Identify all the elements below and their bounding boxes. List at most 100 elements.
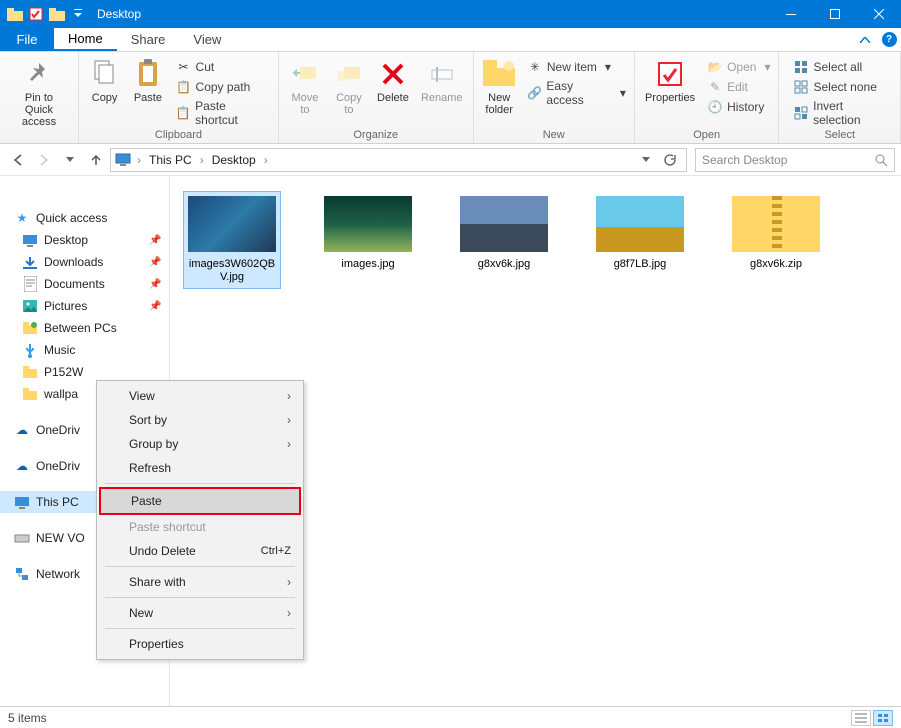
edit-icon: ✎ <box>707 79 723 95</box>
copy-button[interactable]: Copy <box>83 54 126 104</box>
up-button[interactable] <box>84 148 108 172</box>
ctx-groupby[interactable]: Group by› <box>99 432 301 456</box>
chevron-right-icon: › <box>287 413 291 427</box>
pin-quickaccess-button[interactable]: Pin to Quick access <box>4 54 74 128</box>
tab-home[interactable]: Home <box>54 28 117 51</box>
search-input[interactable]: Search Desktop <box>695 148 895 172</box>
selectall-button[interactable]: Select all <box>789 58 896 76</box>
select-group-label: Select <box>783 129 896 143</box>
file-item[interactable]: g8xv6k.jpg <box>456 192 552 288</box>
nav-icon <box>22 298 38 314</box>
tab-share[interactable]: Share <box>117 28 180 51</box>
file-item[interactable]: images3W602QBV.jpg <box>184 192 280 288</box>
selectnone-icon <box>793 79 809 95</box>
chevron-right-icon[interactable]: › <box>135 153 143 167</box>
ctx-undodelete[interactable]: Undo DeleteCtrl+Z <box>99 539 301 563</box>
ctx-pasteshortcut: Paste shortcut <box>99 515 301 539</box>
nav-item-pictures[interactable]: Pictures📌 <box>0 295 169 317</box>
history-icon: 🕘 <box>707 99 723 115</box>
nav-item-betweenpcs[interactable]: Between PCs <box>0 317 169 339</box>
tab-view[interactable]: View <box>179 28 235 51</box>
ctx-view[interactable]: View› <box>99 384 301 408</box>
explorer-icon <box>6 5 24 23</box>
invert-icon <box>793 105 809 121</box>
scissors-icon: ✂ <box>176 59 192 75</box>
ctx-paste[interactable]: Paste <box>99 487 301 515</box>
paste-button[interactable]: Paste <box>126 54 169 104</box>
file-item[interactable]: images.jpg <box>320 192 416 288</box>
chevron-right-icon[interactable]: › <box>198 153 206 167</box>
delete-button[interactable]: Delete <box>371 54 415 104</box>
qat-dropdown-icon[interactable] <box>69 5 87 23</box>
pc-icon <box>14 494 30 510</box>
address-bar[interactable]: › This PC › Desktop › <box>110 148 687 172</box>
ctx-properties[interactable]: Properties <box>99 632 301 656</box>
file-item[interactable]: g8f7LB.jpg <box>592 192 688 288</box>
ribbon-tabs: File Home Share View ? <box>0 28 901 52</box>
moveto-button[interactable]: Move to <box>283 54 327 116</box>
edit-button[interactable]: ✎Edit <box>703 78 774 96</box>
nav-icon <box>22 364 38 380</box>
chevron-right-icon: › <box>287 437 291 451</box>
new-group-label: New <box>478 129 630 143</box>
rename-button[interactable]: Rename <box>415 54 469 104</box>
collapse-ribbon-icon[interactable] <box>853 28 877 51</box>
ctx-sortby[interactable]: Sort by› <box>99 408 301 432</box>
close-button[interactable] <box>857 0 901 28</box>
pasteshortcut-button[interactable]: 📋Paste shortcut <box>172 98 274 128</box>
easyaccess-icon: 🔗 <box>527 85 543 101</box>
open-icon: 📂 <box>707 59 723 75</box>
pin-icon: 📌 <box>149 257 163 268</box>
minimize-button[interactable] <box>769 0 813 28</box>
copyto-button[interactable]: Copy to <box>327 54 371 116</box>
breadcrumb-desktop[interactable]: Desktop <box>210 153 258 167</box>
search-icon <box>874 153 888 167</box>
nav-item-music[interactable]: Music <box>0 339 169 361</box>
nav-item-documents[interactable]: Documents📌 <box>0 273 169 295</box>
history-button[interactable]: 🕘History <box>703 98 774 116</box>
icons-view-button[interactable] <box>873 710 893 726</box>
invertselection-button[interactable]: Invert selection <box>789 98 896 128</box>
nav-item-desktop[interactable]: Desktop📌 <box>0 229 169 251</box>
qat-newfolder-icon[interactable] <box>48 5 66 23</box>
ctx-refresh[interactable]: Refresh <box>99 456 301 480</box>
newfolder-button[interactable]: New folder <box>478 54 521 116</box>
ribbon: Pin to Quick access Copy Paste ✂Cut 📋Cop… <box>0 52 901 144</box>
ctx-sharewith[interactable]: Share with› <box>99 570 301 594</box>
nav-quickaccess[interactable]: ★Quick access <box>0 207 169 229</box>
nav-item-downloads[interactable]: Downloads📌 <box>0 251 169 273</box>
qat-properties-icon[interactable] <box>27 5 45 23</box>
refresh-button[interactable] <box>658 148 682 172</box>
pin-icon: 📌 <box>149 301 163 312</box>
open-button[interactable]: 📂Open▾ <box>703 58 774 76</box>
file-name: g8xv6k.jpg <box>476 258 533 275</box>
ctx-new[interactable]: New› <box>99 601 301 625</box>
help-button[interactable]: ? <box>877 28 901 51</box>
copypath-button[interactable]: 📋Copy path <box>172 78 274 96</box>
chevron-right-icon: › <box>287 606 291 620</box>
cloud-icon: ☁ <box>14 422 30 438</box>
pc-icon <box>115 153 131 167</box>
cloud-icon: ☁ <box>14 458 30 474</box>
breadcrumb-thispc[interactable]: This PC <box>147 153 194 167</box>
properties-button[interactable]: Properties <box>639 54 701 104</box>
newitem-button[interactable]: ✳New item▾ <box>523 58 630 76</box>
organize-group-label: Organize <box>283 129 469 143</box>
details-view-button[interactable] <box>851 710 871 726</box>
recent-button[interactable] <box>58 148 82 172</box>
chevron-right-icon: › <box>287 389 291 403</box>
tab-file[interactable]: File <box>0 28 54 51</box>
cut-button[interactable]: ✂Cut <box>172 58 274 76</box>
forward-button[interactable] <box>32 148 56 172</box>
file-name: g8xv6k.zip <box>748 258 804 275</box>
file-name: images.jpg <box>339 258 396 275</box>
maximize-button[interactable] <box>813 0 857 28</box>
clipboard-group-label: Clipboard <box>83 129 274 143</box>
chevron-right-icon[interactable]: › <box>262 153 270 167</box>
star-icon: ★ <box>14 210 30 226</box>
back-button[interactable] <box>6 148 30 172</box>
file-item[interactable]: g8xv6k.zip <box>728 192 824 288</box>
easyaccess-button[interactable]: 🔗Easy access▾ <box>523 78 630 108</box>
selectnone-button[interactable]: Select none <box>789 78 896 96</box>
address-dropdown-icon[interactable] <box>634 148 658 172</box>
